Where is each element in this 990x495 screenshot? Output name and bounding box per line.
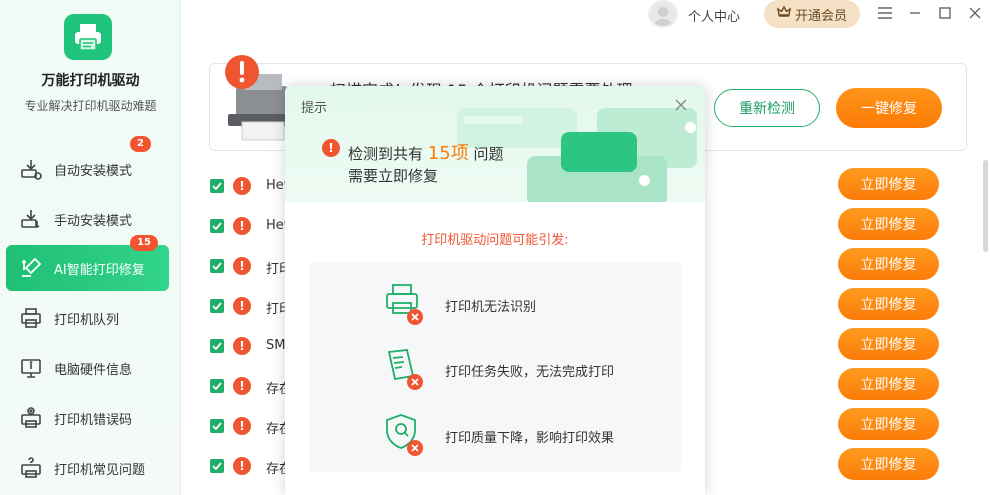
fix-now-button[interactable]: 立即修复 xyxy=(838,408,939,440)
print-quality-icon xyxy=(381,412,427,458)
close-icon[interactable] xyxy=(966,4,984,22)
repair-needed-message: 需要立即修复 xyxy=(348,167,439,185)
sidebar-item-label: AI智能打印修复 xyxy=(54,262,145,278)
warning-icon: ! xyxy=(233,257,251,275)
sidebar-item-auto-install[interactable]: 自动安装模式 2 xyxy=(6,136,169,192)
dialog-close-icon[interactable] xyxy=(675,95,687,116)
ai-repair-icon xyxy=(18,255,44,281)
list-item: 打印质量下降，影响打印效果 xyxy=(309,412,681,462)
issue-count: 15项 xyxy=(427,143,469,164)
row-checkbox[interactable] xyxy=(210,339,224,353)
vip-button-label: 开通会员 xyxy=(794,8,847,24)
issue-text: SM xyxy=(266,338,286,353)
fix-now-button[interactable]: 立即修复 xyxy=(838,328,939,360)
warning-icon: ! xyxy=(233,337,251,355)
menu-icon[interactable] xyxy=(876,4,894,22)
fix-now-button[interactable]: 立即修复 xyxy=(838,288,939,320)
warning-icon: ! xyxy=(233,417,251,435)
sidebar-item-label: 自动安装模式 xyxy=(54,163,133,179)
sidebar-item-label: 打印机错误码 xyxy=(54,412,133,428)
sidebar-item-label: 打印机常见问题 xyxy=(54,462,146,478)
printer-queue-icon xyxy=(18,305,44,331)
printer-warning-illustration xyxy=(222,52,294,144)
sidebar-item-printer-queue[interactable]: 打印机队列 xyxy=(6,295,169,341)
crown-icon xyxy=(777,5,791,23)
manual-install-icon xyxy=(18,206,44,232)
sidebar-item-faq[interactable]: 打印机常见问题 xyxy=(6,445,169,491)
badge-count: 15 xyxy=(130,235,158,251)
cause-title: 打印机驱动问题可能引发: xyxy=(421,233,569,248)
decor-dot xyxy=(685,122,696,133)
fix-now-button[interactable]: 立即修复 xyxy=(838,208,939,240)
sidebar: 万能打印机驱动 专业解决打印机驱动难题 自动安装模式 2 手动安装模式 AI智能… xyxy=(0,0,181,495)
row-checkbox[interactable] xyxy=(210,179,224,193)
list-item: 打印机无法识别 xyxy=(309,281,681,331)
printer-unrecognized-icon xyxy=(381,281,427,327)
row-checkbox[interactable] xyxy=(210,419,224,433)
cause-text: 打印机无法识别 xyxy=(445,300,537,315)
app-subtitle: 专业解决打印机驱动难题 xyxy=(24,99,157,113)
warning-icon: ! xyxy=(233,377,251,395)
sidebar-item-ai-repair[interactable]: AI智能打印修复 15 xyxy=(6,235,169,291)
printer-error-icon xyxy=(18,405,44,431)
print-task-failed-icon xyxy=(381,346,427,392)
vip-button[interactable]: 开通会员 xyxy=(764,0,860,28)
app-name: 万能打印机驱动 xyxy=(41,73,140,89)
scrollbar[interactable] xyxy=(983,160,988,252)
row-checkbox[interactable] xyxy=(210,299,224,313)
row-checkbox[interactable] xyxy=(210,219,224,233)
minimize-icon[interactable] xyxy=(906,4,924,22)
cause-text: 打印质量下降，影响打印效果 xyxy=(445,431,615,446)
cause-list: 打印机无法识别 打印任务失败，无法完成打印 打印质量下降，影响打印效果 xyxy=(309,262,681,472)
fix-now-button[interactable]: 立即修复 xyxy=(838,368,939,400)
warning-icon: ! xyxy=(233,217,251,235)
personal-center-link[interactable]: 个人中心 xyxy=(688,6,740,25)
sidebar-item-label: 电脑硬件信息 xyxy=(54,362,133,378)
fix-now-button[interactable]: 立即修复 xyxy=(838,448,939,480)
dialog-title: 提示 xyxy=(301,101,328,116)
row-checkbox[interactable] xyxy=(210,459,224,473)
one-click-repair-button[interactable]: 一键修复 xyxy=(836,88,942,128)
printer-faq-icon xyxy=(18,455,44,481)
alert-dialog: 提示 ! 检测到共有 15项 问题 需要立即修复 打印机驱动问题可能引发: 打印… xyxy=(285,86,705,495)
sidebar-item-label: 打印机队列 xyxy=(54,312,120,328)
decor-dot xyxy=(639,175,650,186)
sidebar-item-hardware-info[interactable]: 电脑硬件信息 xyxy=(6,345,169,391)
fix-now-button[interactable]: 立即修复 xyxy=(838,248,939,280)
row-checkbox[interactable] xyxy=(210,379,224,393)
fix-now-button[interactable]: 立即修复 xyxy=(838,168,939,200)
warning-icon: ! xyxy=(233,297,251,315)
sidebar-item-error-code[interactable]: 打印机错误码 xyxy=(6,395,169,441)
avatar[interactable] xyxy=(648,0,678,28)
decor-card xyxy=(561,132,637,172)
warning-icon: ! xyxy=(233,177,251,195)
auto-install-icon xyxy=(18,156,44,182)
sidebar-item-label: 手动安装模式 xyxy=(54,213,133,229)
list-item: 打印任务失败，无法完成打印 xyxy=(309,346,681,396)
computer-info-icon xyxy=(18,355,44,381)
dialog-header: 提示 ! 检测到共有 15项 问题 需要立即修复 xyxy=(285,86,705,202)
badge-count: 2 xyxy=(130,136,151,152)
warning-icon: ! xyxy=(233,457,251,475)
decor-bar xyxy=(463,116,523,124)
cause-text: 打印任务失败，无法完成打印 xyxy=(445,365,615,380)
printer-logo-icon xyxy=(64,14,112,60)
maximize-icon[interactable] xyxy=(936,4,954,22)
row-checkbox[interactable] xyxy=(210,259,224,273)
detected-message: 检测到共有 15项 问题 xyxy=(348,143,504,164)
rescan-button[interactable]: 重新检测 xyxy=(714,89,820,127)
warning-icon: ! xyxy=(322,139,340,157)
